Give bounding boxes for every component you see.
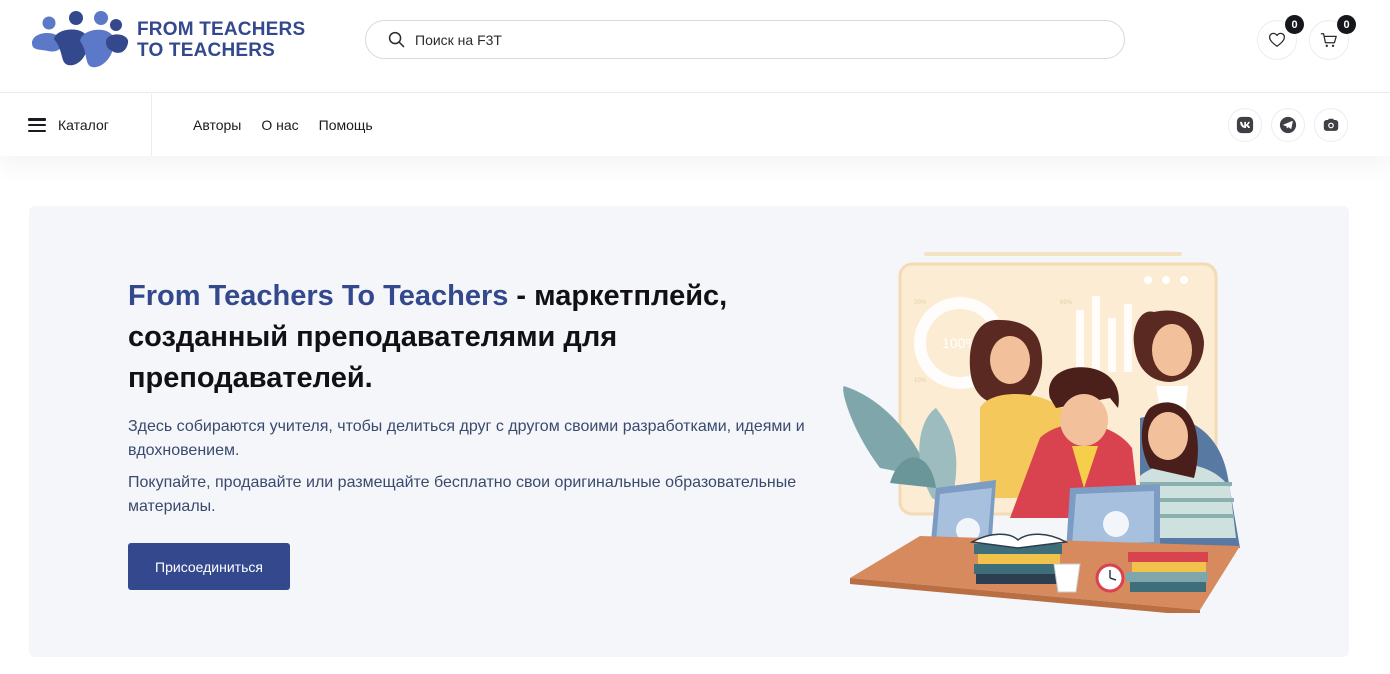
top-header: FROM TEACHERS TO TEACHERS 0 0 <box>0 0 1390 93</box>
hero-paragraph-1: Здесь собираются учителя, чтобы делиться… <box>128 418 805 459</box>
search-bar[interactable] <box>365 20 1125 59</box>
nav-link-about[interactable]: О нас <box>261 117 298 133</box>
hero-title-accent: From Teachers To Teachers <box>128 280 509 312</box>
teachers-illustration: 100% 20% 10% 65% <box>843 252 1240 613</box>
logo-line-2: TO TEACHERS <box>137 40 276 61</box>
cart-count-badge: 0 <box>1337 15 1356 34</box>
logo-people-icon <box>32 11 129 68</box>
heart-icon <box>1268 32 1286 47</box>
camera-link[interactable] <box>1314 108 1348 142</box>
menu-icon <box>28 118 46 132</box>
board-chart-label-3: 65% <box>1060 300 1073 306</box>
cart-button[interactable]: 0 <box>1309 15 1356 60</box>
nav-links: Авторы О нас Помощь <box>193 94 393 156</box>
catalog-label: Каталог <box>58 117 109 133</box>
favorites-button[interactable]: 0 <box>1257 15 1304 60</box>
join-button[interactable]: Присоединиться <box>128 543 290 590</box>
hero-title: From Teachers To Teachers - маркетплейс,… <box>128 276 828 399</box>
nav-link-help[interactable]: Помощь <box>319 117 373 133</box>
site-logo[interactable]: FROM TEACHERS TO TEACHERS <box>28 10 318 70</box>
catalog-button[interactable]: Каталог <box>28 94 152 156</box>
logo-text: FROM TEACHERS TO TEACHERS <box>137 19 305 61</box>
telegram-link[interactable] <box>1271 108 1305 142</box>
telegram-icon <box>1279 116 1297 134</box>
hero-section: From Teachers To Teachers - маркетплейс,… <box>29 206 1349 657</box>
nav-link-authors[interactable]: Авторы <box>193 117 241 133</box>
vk-link[interactable] <box>1228 108 1262 142</box>
vk-icon <box>1236 116 1254 134</box>
board-chart-label-1: 20% <box>914 300 927 306</box>
cart-icon <box>1320 33 1337 48</box>
favorites-count-badge: 0 <box>1285 15 1304 34</box>
search-input[interactable] <box>415 31 1075 48</box>
main-nav: Каталог Авторы О нас Помощь <box>0 94 1390 156</box>
logo-line-1: FROM TEACHERS <box>137 19 306 40</box>
camera-icon <box>1323 118 1339 131</box>
board-chart-label-2: 10% <box>914 378 927 384</box>
hero-paragraph-2: Покупайте, продавайте или размещайте бес… <box>128 474 797 515</box>
search-icon <box>388 31 405 48</box>
